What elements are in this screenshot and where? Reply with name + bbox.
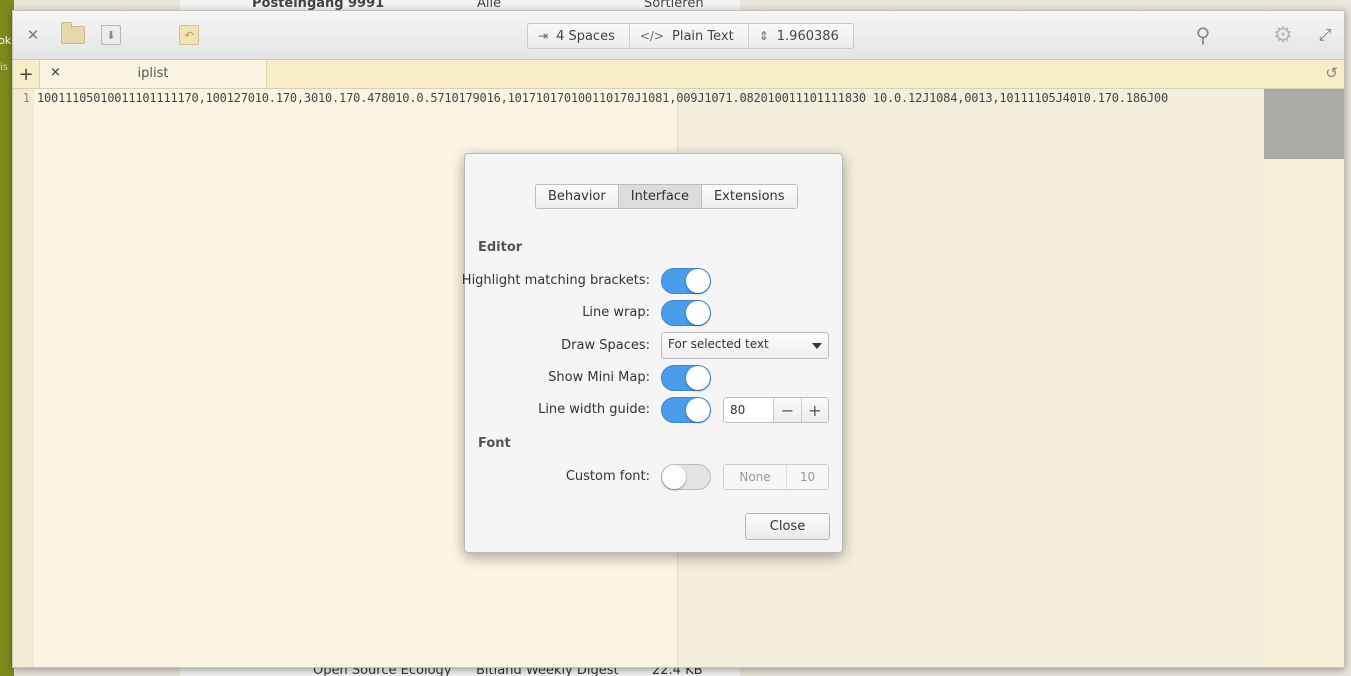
folder-icon — [61, 22, 85, 44]
close-window-button[interactable]: ✕ — [19, 21, 47, 49]
position-label: 1.960386 — [776, 28, 839, 44]
search-icon: ⚲ — [1195, 23, 1211, 47]
tab-label: iplist — [137, 66, 169, 81]
language-button[interactable]: </> Plain Text — [630, 24, 749, 48]
font-size: 10 — [799, 470, 816, 484]
desktop-text-2: is — [0, 62, 8, 73]
increment-button[interactable]: + — [801, 398, 829, 422]
tab-behavior[interactable]: Behavior — [536, 185, 619, 208]
line-wrap-switch[interactable] — [661, 300, 711, 326]
line-gutter: 1 — [13, 89, 34, 667]
draw-spaces-value: For selected text — [668, 337, 769, 351]
new-tab-button[interactable]: + — [13, 60, 40, 88]
draw-spaces-label: Draw Spaces: — [561, 338, 650, 353]
show-mini-map-switch[interactable] — [661, 365, 711, 391]
preferences-tabs: Behavior Interface Extensions — [535, 184, 798, 209]
history-icon[interactable]: ↺ — [1325, 64, 1338, 82]
mini-map[interactable] — [1264, 89, 1344, 667]
code-line: 10011105010011101111170,100127010.170,30… — [37, 91, 1168, 105]
chevron-down-icon — [812, 343, 822, 349]
custom-font-switch[interactable] — [661, 464, 711, 490]
preferences-dialog: Behavior Interface Extensions Editor Hig… — [461, 153, 843, 553]
tab-extensions[interactable]: Extensions — [701, 185, 797, 208]
language-label: Plain Text — [672, 28, 734, 44]
close-button[interactable]: Close — [745, 513, 830, 540]
line-width-value[interactable]: 80 — [724, 398, 775, 422]
close-icon: ✕ — [26, 26, 40, 44]
search-button[interactable]: ⚲ — [1189, 21, 1217, 49]
line-width-spinbutton[interactable]: 80 − + — [723, 397, 829, 423]
line-number: 1 — [22, 91, 30, 105]
line-width-guide-switch[interactable] — [661, 397, 711, 423]
save-icon: ⬇ — [101, 25, 121, 45]
revert-icon: ↶ — [179, 25, 199, 45]
fullscreen-button[interactable]: ⤢ — [1311, 21, 1339, 49]
custom-font-label: Custom font: — [565, 469, 650, 484]
tab-interface[interactable]: Interface — [618, 185, 702, 208]
switch-knob — [662, 465, 686, 489]
line-width-guide-label: Line width guide: — [538, 402, 650, 417]
open-file-button[interactable] — [59, 21, 87, 49]
font-chooser-button[interactable]: None 10 — [723, 464, 829, 490]
expand-icon: ⤢ — [1318, 25, 1332, 44]
gear-icon: ⚙ — [1273, 22, 1293, 48]
show-mini-map-label: Show Mini Map: — [548, 370, 650, 385]
headerbar: ✕ ⬇ ↶ ⇥ 4 Spaces </> Plain Text ⇕ 1.9603… — [13, 11, 1344, 60]
decrement-button[interactable]: − — [774, 398, 802, 422]
font-section-title: Font — [478, 436, 511, 451]
code-icon: </> — [639, 29, 665, 43]
switch-knob — [686, 269, 710, 293]
draw-spaces-combo[interactable]: For selected text — [661, 332, 829, 359]
goto-line-button[interactable]: ⇕ 1.960386 — [749, 24, 853, 48]
settings-button[interactable]: ⚙ — [1269, 21, 1297, 49]
status-segments: ⇥ 4 Spaces </> Plain Text ⇕ 1.960386 — [527, 23, 854, 49]
switch-knob — [686, 301, 710, 325]
revert-button[interactable]: ↶ — [175, 21, 203, 49]
save-file-button[interactable]: ⬇ — [97, 21, 125, 49]
tab-iplist[interactable]: × iplist — [40, 60, 267, 88]
line-wrap-label: Line wrap: — [582, 305, 650, 320]
indent-label: 4 Spaces — [556, 28, 615, 44]
indent-icon: ⇥ — [538, 29, 549, 43]
editor-section-title: Editor — [478, 240, 523, 255]
highlight-brackets-label: Highlight matching brackets: — [461, 273, 650, 288]
highlight-brackets-switch[interactable] — [661, 268, 711, 294]
tab-bar: + × iplist ↺ — [13, 60, 1344, 89]
indent-button[interactable]: ⇥ 4 Spaces — [528, 24, 630, 48]
font-name: None — [724, 465, 787, 489]
mini-map-viewport[interactable] — [1264, 89, 1344, 159]
switch-knob — [686, 398, 710, 422]
line-position-icon: ⇕ — [758, 29, 769, 43]
desktop-text: ok — [0, 34, 12, 47]
switch-knob — [686, 366, 710, 390]
